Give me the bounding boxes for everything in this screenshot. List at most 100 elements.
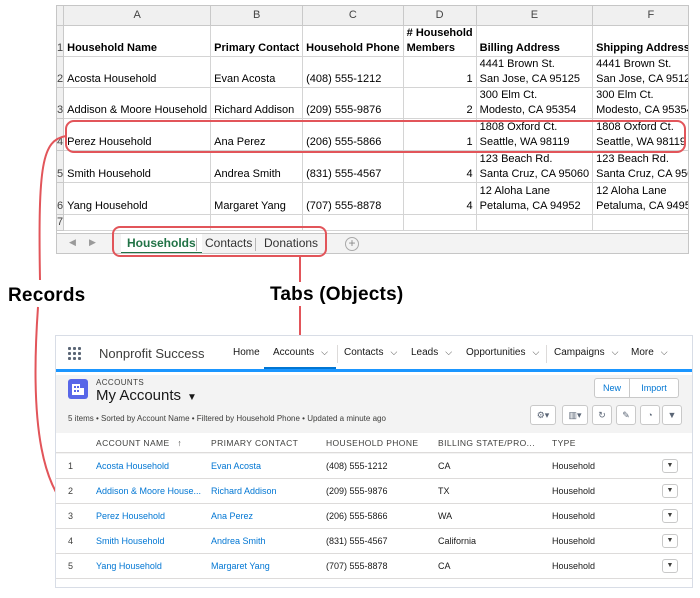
display-as-table-icon[interactable]: ▥▾ [562,405,588,425]
chevron-down-icon[interactable]: ⌵ [661,347,668,358]
edit-pencil-icon[interactable]: ✎ [616,405,636,425]
row-number[interactable]: 4 [57,118,65,151]
header-cell-household-name[interactable]: Household Name [63,25,212,57]
app-launcher-icon[interactable] [68,347,82,361]
chevron-down-icon[interactable]: ⌵ [612,347,619,358]
row-number[interactable]: 2 [57,56,65,88]
column-letter-a[interactable]: A [63,6,212,26]
new-button[interactable]: New [594,378,630,398]
row-number[interactable]: 1 [57,25,65,57]
header-cell-household-phone[interactable]: Household Phone [302,25,404,57]
cell-members[interactable]: 4 [403,150,477,183]
column-header-type[interactable]: TYPE [552,433,576,453]
primary-contact-link[interactable]: Margaret Yang [211,554,270,578]
chart-icon[interactable]: ◔ [640,405,660,425]
cell-household-name[interactable]: Smith Household [63,150,212,183]
chevron-down-icon[interactable]: ⌵ [390,347,397,358]
cell-members[interactable]: 4 [403,182,477,215]
empty-cell[interactable] [476,214,594,231]
cell-household-name[interactable]: Yang Household [63,182,212,215]
cell-primary-contact[interactable]: Andrea Smith [210,150,304,183]
row-number[interactable]: 5 [57,150,65,183]
column-header-household-phone[interactable]: HOUSEHOLD PHONE [326,433,418,453]
row-number[interactable]: 6 [57,182,65,215]
app-name: Nonprofit Success [99,346,205,361]
nav-item-home[interactable]: Home [233,347,260,358]
nav-item-leads[interactable]: Leads ⌵ [411,347,452,358]
nav-item-accounts[interactable]: Accounts ⌵ [273,347,328,358]
account-name-link[interactable]: Smith Household [96,529,165,553]
header-cell-shipping-address[interactable]: Shipping Address [592,25,688,57]
cell-household-phone[interactable]: (831) 555-4567 [302,150,404,183]
chevron-down-icon[interactable]: ⌵ [321,347,328,358]
cell-household-phone[interactable]: (408) 555-1212 [302,56,404,88]
cell-shipping-address[interactable]: 4441 Brown St. San Jose, CA 95125 [592,56,688,88]
row-actions-chevron-icon[interactable]: ▼ [662,534,678,548]
account-name-link[interactable]: Addison & Moore House... [96,479,201,503]
import-button[interactable]: Import [629,378,679,398]
cell-primary-contact[interactable]: Margaret Yang [210,182,304,215]
column-header-billing-state[interactable]: BILLING STATE/PRO... [438,433,535,453]
nav-item-more[interactable]: More ⌵ [631,347,668,358]
row-actions-chevron-icon[interactable]: ▼ [662,509,678,523]
caret-down-icon[interactable]: ▼ [187,392,197,403]
select-all-corner[interactable] [57,6,65,26]
cell-primary-contact[interactable]: Richard Addison [210,87,304,119]
cell-members[interactable]: 1 [403,56,477,88]
nav-item-opportunities[interactable]: Opportunities ⌵ [466,347,539,358]
add-sheet-icon[interactable]: + [345,237,359,251]
empty-cell[interactable] [403,214,477,231]
row-number[interactable]: 3 [57,87,65,119]
column-letter-d[interactable]: D [403,6,477,26]
refresh-icon[interactable]: ↻ [592,405,612,425]
column-header-account-name[interactable]: ACCOUNT NAME ↑ [96,433,182,453]
billing-street: 123 Beach Rd. [479,152,553,165]
column-header-primary-contact[interactable]: PRIMARY CONTACT [211,433,298,453]
cell-household-phone[interactable]: (209) 555-9876 [302,87,404,119]
cell-shipping-address[interactable]: 123 Beach Rd. Santa Cruz, CA 95060 [592,150,688,183]
settings-gear-icon[interactable]: ⚙▾ [530,405,556,425]
header-cell-primary-contact[interactable]: Primary Contact [210,25,304,57]
nav-item-contacts[interactable]: Contacts ⌵ [344,347,397,358]
account-name-link[interactable]: Acosta Household [96,454,169,478]
cell-billing-address[interactable]: 4441 Brown St. San Jose, CA 95125 [476,56,594,88]
account-name-link[interactable]: Perez Household [96,504,165,528]
primary-contact-link[interactable]: Evan Acosta [211,454,261,478]
nav-item-campaigns[interactable]: Campaigns ⌵ [554,347,618,358]
sheet-prev-icon[interactable]: ◀ [69,237,76,248]
column-letter-e[interactable]: E [476,6,594,26]
primary-contact-link[interactable]: Andrea Smith [211,529,266,553]
cell-shipping-address[interactable]: 12 Aloha Lane Petaluma, CA 94952 [592,182,688,215]
spreadsheet-grid: A B C D E F 1 Household Name Primary Con… [57,6,688,231]
sheet-next-icon[interactable]: ▶ [89,237,96,248]
cell-household-name[interactable]: Addison & Moore Household [63,87,212,119]
filter-icon[interactable]: ▼ [662,405,682,425]
nav-label: Leads [411,347,439,358]
row-index: 1 [68,461,74,471]
cell-household-name[interactable]: Acosta Household [63,56,212,88]
cell-billing-address[interactable]: 12 Aloha Lane Petaluma, CA 94952 [476,182,594,215]
empty-cell[interactable] [592,214,688,231]
cell-billing-address[interactable]: 123 Beach Rd. Santa Cruz, CA 95060 [476,150,594,183]
cell-household-phone[interactable]: (707) 555-8878 [302,182,404,215]
row-actions-chevron-icon[interactable]: ▼ [662,559,678,573]
list-view-selector[interactable]: My Accounts ▼ [96,387,197,404]
column-letter-f[interactable]: F [592,6,688,26]
cell-billing-address[interactable]: 300 Elm Ct. Modesto, CA 95354 [476,87,594,119]
cell-members[interactable]: 2 [403,87,477,119]
primary-contact-link[interactable]: Richard Addison [211,479,277,503]
chevron-down-icon[interactable]: ⌵ [445,347,452,358]
header-cell-household-members[interactable]: # Household Members [403,25,477,57]
row-actions-chevron-icon[interactable]: ▼ [662,459,678,473]
chevron-down-icon[interactable]: ⌵ [532,347,539,358]
column-letter-c[interactable]: C [302,6,404,26]
cell-primary-contact[interactable]: Evan Acosta [210,56,304,88]
account-name-link[interactable]: Yang Household [96,554,162,578]
row-number[interactable]: 7 [57,214,65,231]
row-actions-chevron-icon[interactable]: ▼ [662,484,678,498]
column-letter-b[interactable]: B [210,6,304,26]
cell-shipping-address[interactable]: 300 Elm Ct. Modesto, CA 95354 [592,87,688,119]
records-callout: Records [8,285,86,306]
header-cell-billing-address[interactable]: Billing Address [476,25,594,57]
primary-contact-link[interactable]: Ana Perez [211,504,253,528]
